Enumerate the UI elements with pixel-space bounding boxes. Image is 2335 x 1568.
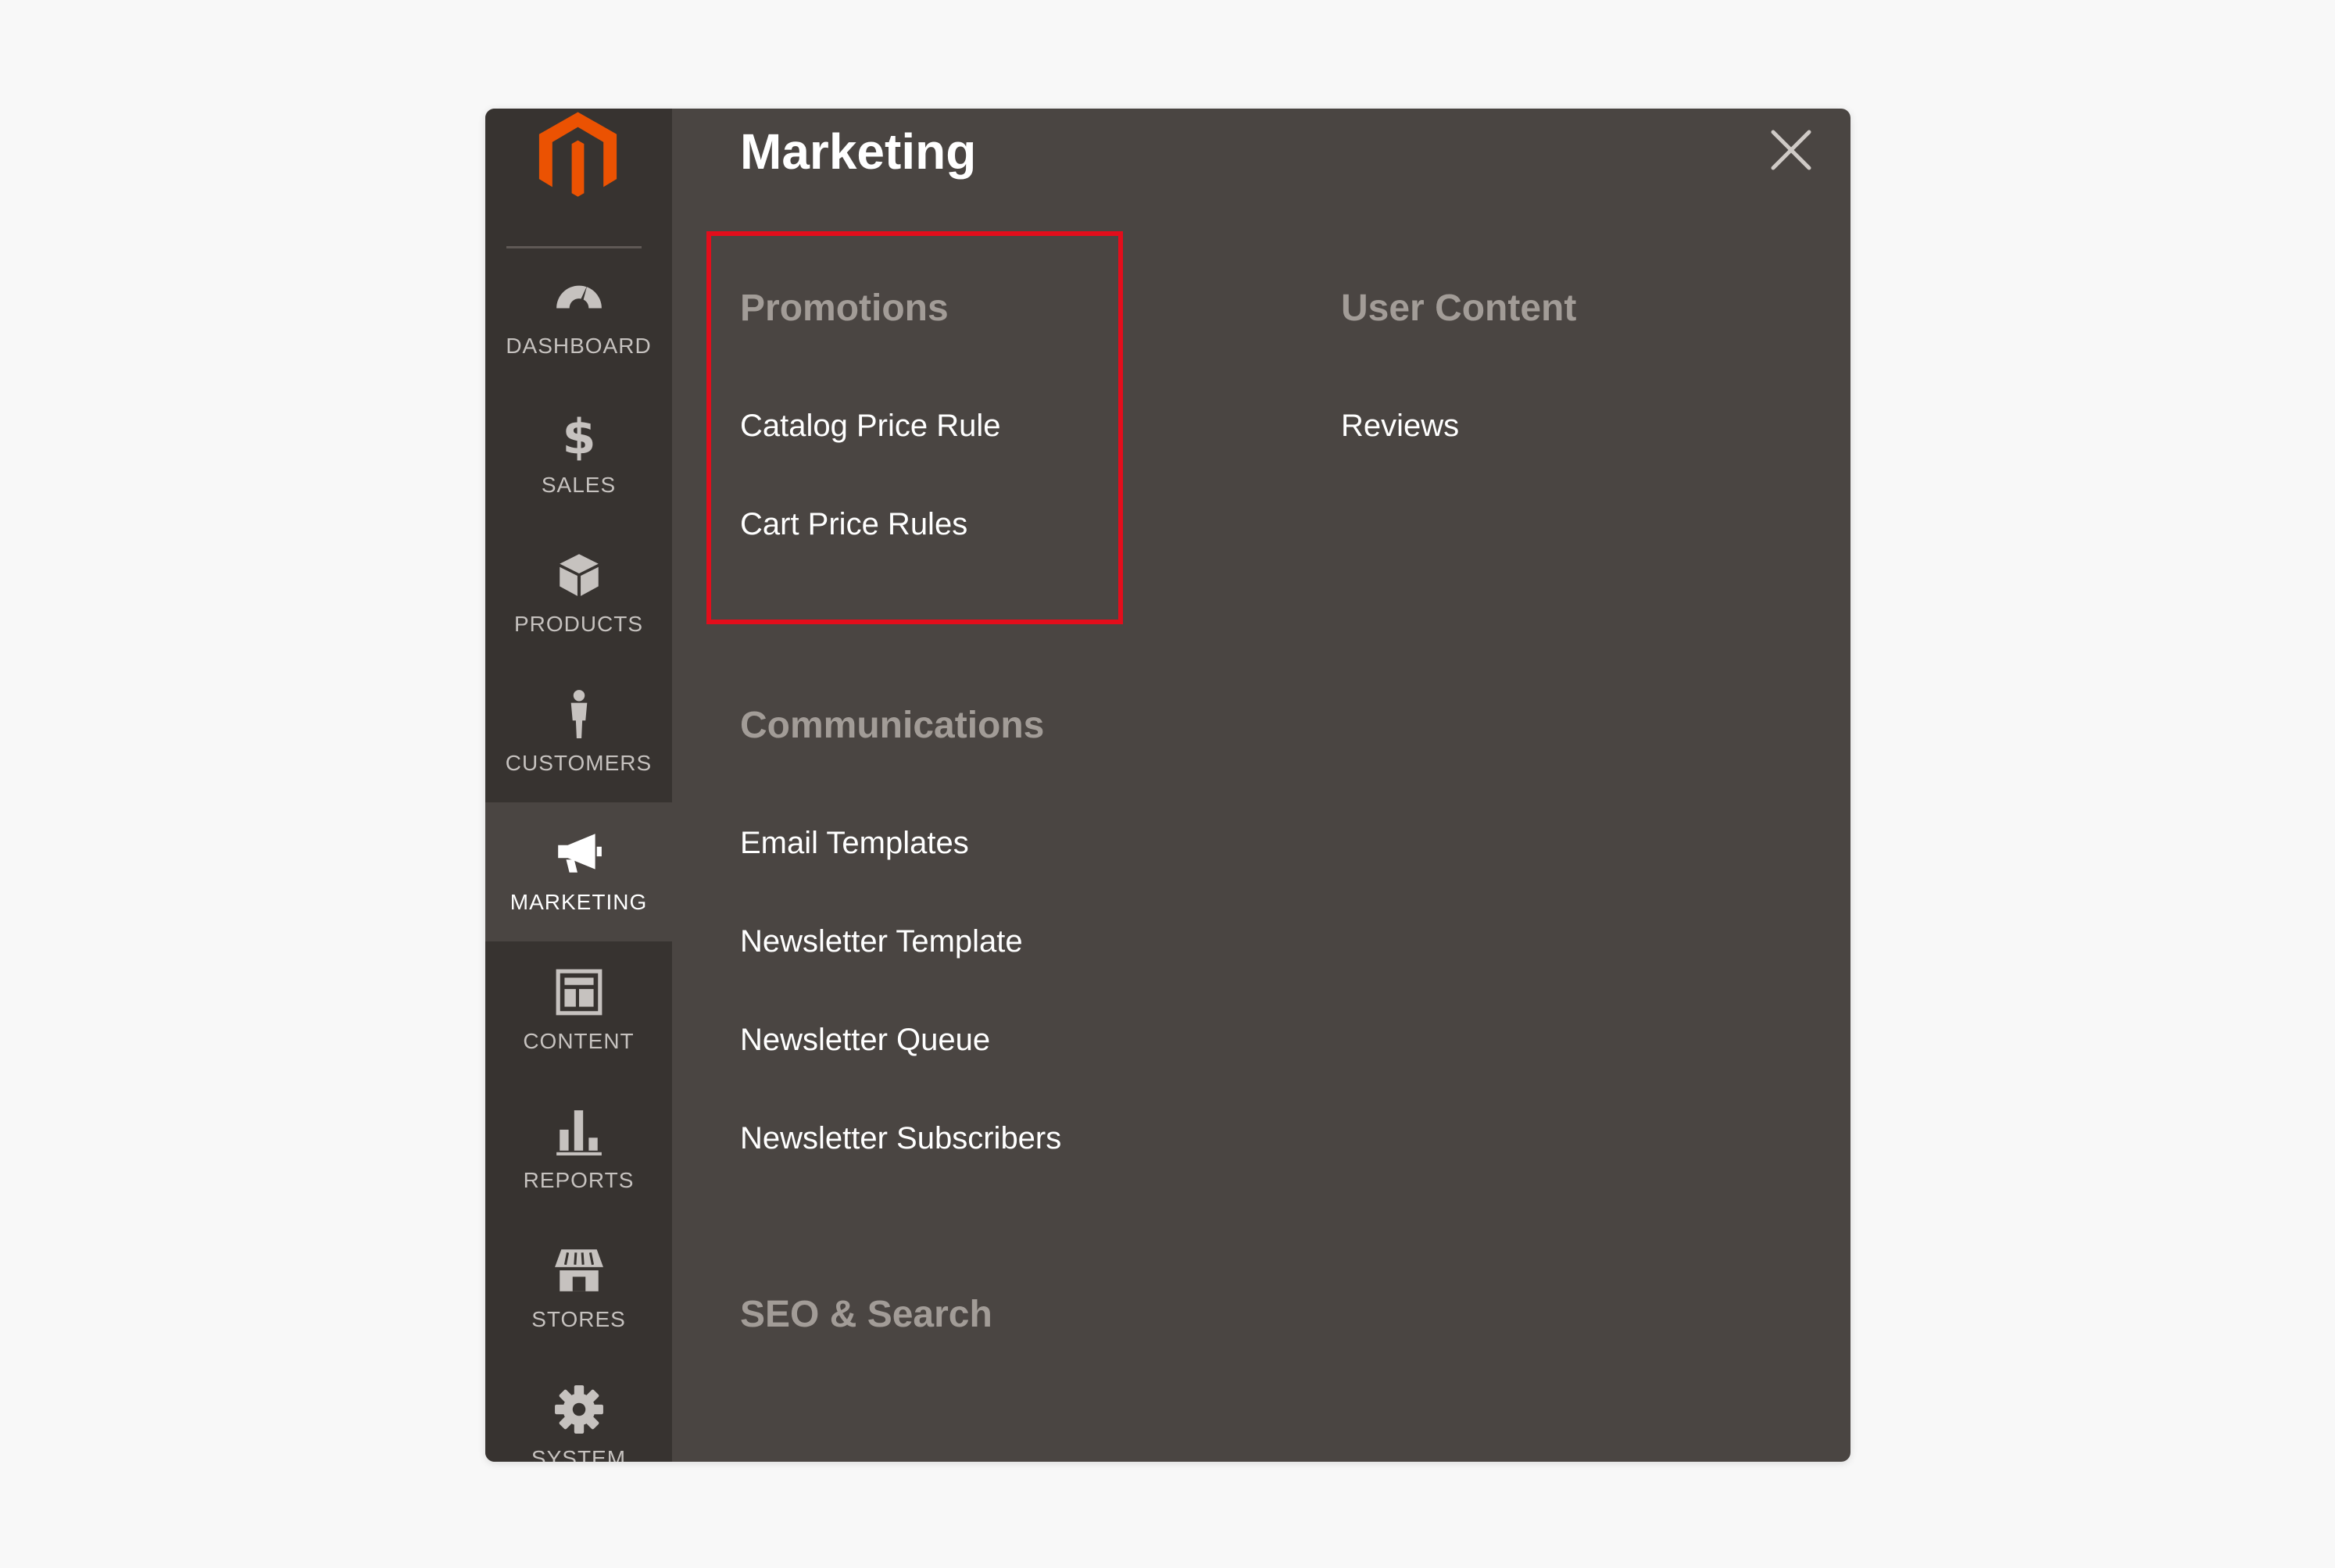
sidebar-item-label: PRODUCTS <box>513 612 644 636</box>
group-title-promotions: Promotions <box>740 288 949 329</box>
sidebar-item-sales[interactable]: $ SALES <box>485 385 672 524</box>
gear-icon <box>553 1384 605 1435</box>
menu-link-catalog-price-rule[interactable]: Catalog Price Rule <box>740 409 1001 444</box>
sidebar-item-label: SYSTEM <box>531 1446 627 1462</box>
menu-link-reviews[interactable]: Reviews <box>1341 409 1459 444</box>
group-title-communications: Communications <box>740 705 1045 746</box>
menu-link-newsletter-template[interactable]: Newsletter Template <box>740 924 1023 959</box>
menu-link-newsletter-subscribers[interactable]: Newsletter Subscribers <box>740 1121 1061 1156</box>
dashboard-gauge-icon <box>553 271 605 323</box>
dollar-icon: $ <box>553 410 605 462</box>
magento-logo-icon[interactable] <box>534 109 622 205</box>
sidebar-item-label: STORES <box>531 1307 626 1331</box>
layout-icon <box>553 966 605 1018</box>
bar-chart-icon <box>553 1105 605 1157</box>
sidebar-item-customers[interactable]: CUSTOMERS <box>485 663 672 802</box>
sidebar-item-stores[interactable]: STORES <box>485 1220 672 1359</box>
sidebar-item-label: SALES <box>541 473 617 497</box>
sidebar-item-label: CUSTOMERS <box>505 751 653 775</box>
menu-link-cart-price-rules[interactable]: Cart Price Rules <box>740 507 967 542</box>
admin-sidebar: DASHBOARD $ SALES PRODUCTS CUSTOMERS MAR… <box>485 109 672 1462</box>
sidebar-item-label: DASHBOARD <box>506 334 652 358</box>
sidebar-item-content[interactable]: CONTENT <box>485 941 672 1080</box>
sidebar-item-label: MARKETING <box>510 890 648 914</box>
sidebar-item-marketing[interactable]: MARKETING <box>485 802 672 941</box>
sidebar-item-products[interactable]: PRODUCTS <box>485 524 672 663</box>
sidebar-item-system[interactable]: SYSTEM <box>485 1359 672 1462</box>
panel-title: Marketing <box>740 123 977 180</box>
storefront-icon <box>553 1245 605 1296</box>
box-icon <box>553 549 605 601</box>
sidebar-item-label: REPORTS <box>523 1168 635 1192</box>
person-icon <box>553 688 605 740</box>
menu-link-newsletter-queue[interactable]: Newsletter Queue <box>740 1023 990 1058</box>
megaphone-icon <box>553 827 605 879</box>
menu-link-email-templates[interactable]: Email Templates <box>740 826 969 861</box>
close-icon[interactable] <box>1768 127 1814 173</box>
group-title-user-content: User Content <box>1341 288 1577 329</box>
sidebar-item-label: CONTENT <box>523 1029 635 1053</box>
svg-text:$: $ <box>562 410 595 462</box>
group-title-seo-search: SEO & Search <box>740 1294 992 1335</box>
marketing-flyout-panel: Marketing Promotions Catalog Price Rule … <box>672 109 1850 1462</box>
sidebar-item-reports[interactable]: REPORTS <box>485 1080 672 1220</box>
sidebar-item-dashboard[interactable]: DASHBOARD <box>485 246 672 385</box>
admin-menu-window: DASHBOARD $ SALES PRODUCTS CUSTOMERS MAR… <box>485 109 1850 1462</box>
